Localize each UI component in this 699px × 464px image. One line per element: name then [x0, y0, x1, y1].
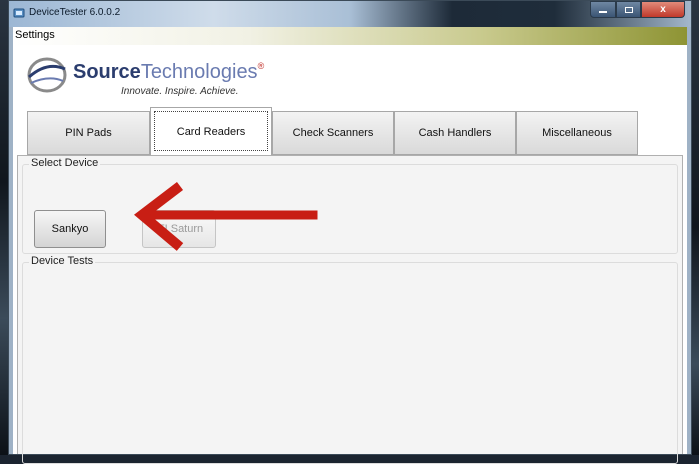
- window-title: DeviceTester 6.0.0.2: [29, 7, 121, 18]
- tab-label: PIN Pads: [65, 127, 112, 139]
- tab-miscellaneous[interactable]: Miscellaneous: [516, 111, 638, 155]
- menu-item-settings[interactable]: Settings: [15, 29, 55, 41]
- maximize-icon: [624, 6, 633, 13]
- logo-tagline: Innovate. Inspire. Achieve.: [121, 86, 239, 97]
- app-icon: [13, 8, 25, 18]
- title-bar[interactable]: DeviceTester 6.0.0.2 x: [9, 1, 691, 27]
- maximize-button[interactable]: [616, 1, 641, 18]
- tab-cash-handlers[interactable]: Cash Handlers: [394, 111, 516, 155]
- iti-saturn-button[interactable]: ITI Saturn: [142, 210, 216, 248]
- tab-pin-pads[interactable]: PIN Pads: [27, 111, 150, 155]
- logo-wordmark: SourceTechnologies®: [73, 61, 264, 84]
- minimize-icon: [599, 10, 607, 13]
- tab-label: Cash Handlers: [418, 127, 492, 139]
- main-content: SourceTechnologies® Innovate. Inspire. A…: [13, 45, 687, 464]
- window-controls: x: [590, 1, 685, 19]
- focus-rectangle: [154, 111, 268, 151]
- tab-label: Miscellaneous: [542, 127, 612, 139]
- minimize-button[interactable]: [590, 1, 616, 18]
- device-tabs: PIN Pads Check Scanners Cash Handlers Mi…: [27, 107, 647, 155]
- device-tests-label: Device Tests: [29, 255, 96, 267]
- close-button[interactable]: x: [641, 1, 685, 18]
- tab-check-scanners[interactable]: Check Scanners: [272, 111, 394, 155]
- logo-brand-bold: Source: [73, 61, 141, 83]
- app-window: DeviceTester 6.0.0.2 x Settings SourceTe…: [8, 0, 692, 464]
- select-device-group: Select Device Sankyo ITI Saturn: [22, 157, 678, 254]
- select-device-label: Select Device: [29, 157, 101, 169]
- company-logo: SourceTechnologies® Innovate. Inspire. A…: [23, 53, 264, 99]
- desktop-background-right: [691, 0, 699, 455]
- menu-bar: Settings: [13, 27, 687, 45]
- card-readers-panel: Select Device Sankyo ITI Saturn Device T…: [17, 155, 683, 464]
- close-icon: x: [660, 4, 666, 15]
- logo-swirl-icon: [27, 57, 67, 93]
- logo-brand-light: Technologies: [140, 61, 258, 83]
- sankyo-button[interactable]: Sankyo: [34, 210, 106, 248]
- device-tests-group: Device Tests: [22, 255, 678, 464]
- tab-label: Check Scanners: [292, 127, 374, 139]
- logo-registered-mark: ®: [257, 61, 265, 71]
- tab-card-readers[interactable]: Card Readers: [150, 107, 272, 155]
